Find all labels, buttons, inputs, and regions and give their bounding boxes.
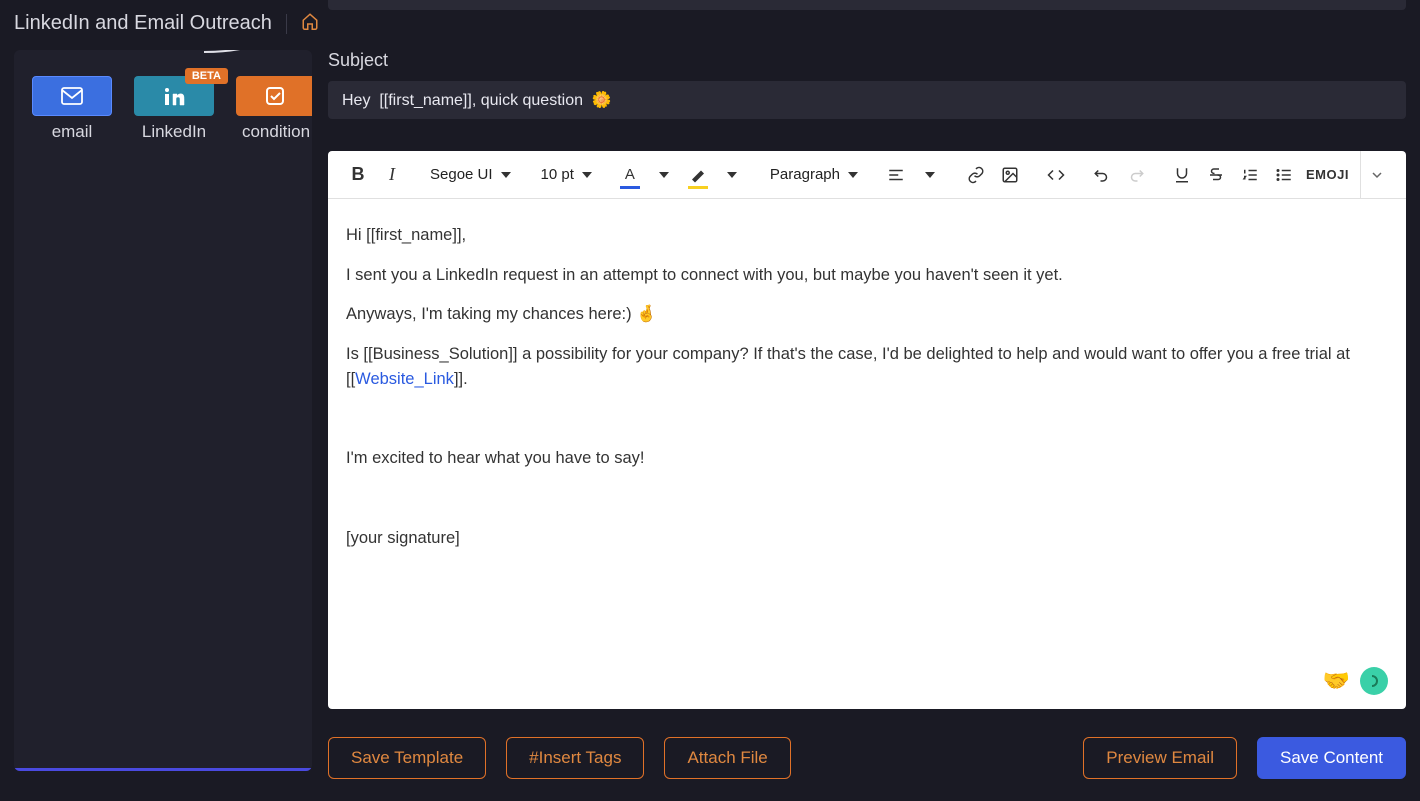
chevron-down-icon — [582, 172, 592, 178]
strikethrough-button[interactable] — [1200, 157, 1232, 193]
attach-file-button[interactable]: Attach File — [664, 737, 790, 779]
subject-label: Subject — [328, 50, 1406, 71]
node-email[interactable]: email — [32, 76, 112, 142]
handshake-icon[interactable]: 🤝 — [1323, 668, 1350, 694]
align-button[interactable] — [880, 157, 912, 193]
chevron-down-icon — [659, 172, 669, 178]
font-size-value: 10 pt — [541, 166, 574, 183]
editor: B I Segoe UI 10 pt A Paragraph — [328, 151, 1406, 709]
page-title: LinkedIn and Email Outreach — [14, 12, 272, 35]
chevron-down-icon — [727, 172, 737, 178]
ordered-list-button[interactable] — [1234, 157, 1266, 193]
block-format-select[interactable]: Paragraph — [762, 166, 866, 183]
block-format-value: Paragraph — [770, 166, 840, 183]
body-p3: Is [[Business_Solution]] a possibility f… — [346, 342, 1388, 393]
body-greeting: Hi [[first_name]], — [346, 223, 1388, 249]
node-linkedin[interactable]: BETA LinkedIn — [134, 76, 214, 142]
sequence-canvas[interactable]: email BETA LinkedIn condition — [14, 50, 312, 771]
underline-button[interactable] — [1166, 157, 1198, 193]
font-family-value: Segoe UI — [430, 166, 493, 183]
highlight-button[interactable] — [682, 157, 714, 193]
editor-body[interactable]: Hi [[first_name]], I sent you a LinkedIn… — [328, 199, 1406, 709]
undo-button[interactable] — [1086, 157, 1118, 193]
node-condition[interactable]: condition — [236, 76, 312, 142]
body-signature: [your signature] — [346, 526, 1388, 552]
chevron-down-icon — [925, 172, 935, 178]
italic-button[interactable]: I — [376, 157, 408, 193]
node-linkedin-label: LinkedIn — [142, 122, 206, 142]
font-size-select[interactable]: 10 pt — [533, 166, 600, 183]
highlight-dropdown[interactable] — [716, 157, 748, 193]
image-button[interactable] — [994, 157, 1026, 193]
main-panel: Subject B I Segoe UI 10 pt A — [328, 28, 1406, 787]
save-content-button[interactable]: Save Content — [1257, 737, 1406, 779]
body-p4: I'm excited to hear what you have to say… — [346, 446, 1388, 472]
node-condition-label: condition — [242, 122, 310, 142]
home-icon[interactable] — [301, 12, 319, 35]
beta-badge: BETA — [185, 68, 228, 84]
status-circle-icon[interactable] — [1360, 667, 1388, 695]
body-p1: I sent you a LinkedIn request in an atte… — [346, 263, 1388, 289]
insert-tags-button[interactable]: #Insert Tags — [506, 737, 644, 779]
action-bar: Save Template #Insert Tags Attach File P… — [328, 737, 1406, 779]
text-color-dropdown[interactable] — [648, 157, 680, 193]
chevron-down-icon — [501, 172, 511, 178]
link-button[interactable] — [960, 157, 992, 193]
body-p2: Anyways, I'm taking my chances here:) 🤞 — [346, 302, 1388, 328]
redo-button[interactable] — [1120, 157, 1152, 193]
code-button[interactable] — [1040, 157, 1072, 193]
save-template-button[interactable]: Save Template — [328, 737, 486, 779]
emoji-button[interactable]: EMOJI — [1302, 157, 1353, 193]
align-dropdown[interactable] — [914, 157, 946, 193]
connector-line — [204, 50, 312, 54]
editor-badges: 🤝 — [1323, 667, 1388, 695]
editor-toolbar: B I Segoe UI 10 pt A Paragraph — [328, 151, 1406, 199]
linkedin-icon — [162, 86, 186, 106]
top-dark-bar — [328, 0, 1406, 10]
bold-button[interactable]: B — [342, 157, 374, 193]
check-icon — [264, 86, 288, 106]
node-email-label: email — [52, 122, 93, 142]
subject-input[interactable] — [328, 81, 1406, 119]
text-color-button[interactable]: A — [614, 157, 646, 193]
font-family-select[interactable]: Segoe UI — [422, 166, 519, 183]
divider — [286, 14, 287, 34]
website-link[interactable]: Website_Link — [355, 370, 454, 388]
unordered-list-button[interactable] — [1268, 157, 1300, 193]
mail-icon — [60, 86, 84, 106]
chevron-down-icon — [848, 172, 858, 178]
preview-email-button[interactable]: Preview Email — [1083, 737, 1237, 779]
toolbar-expand[interactable] — [1360, 151, 1392, 198]
